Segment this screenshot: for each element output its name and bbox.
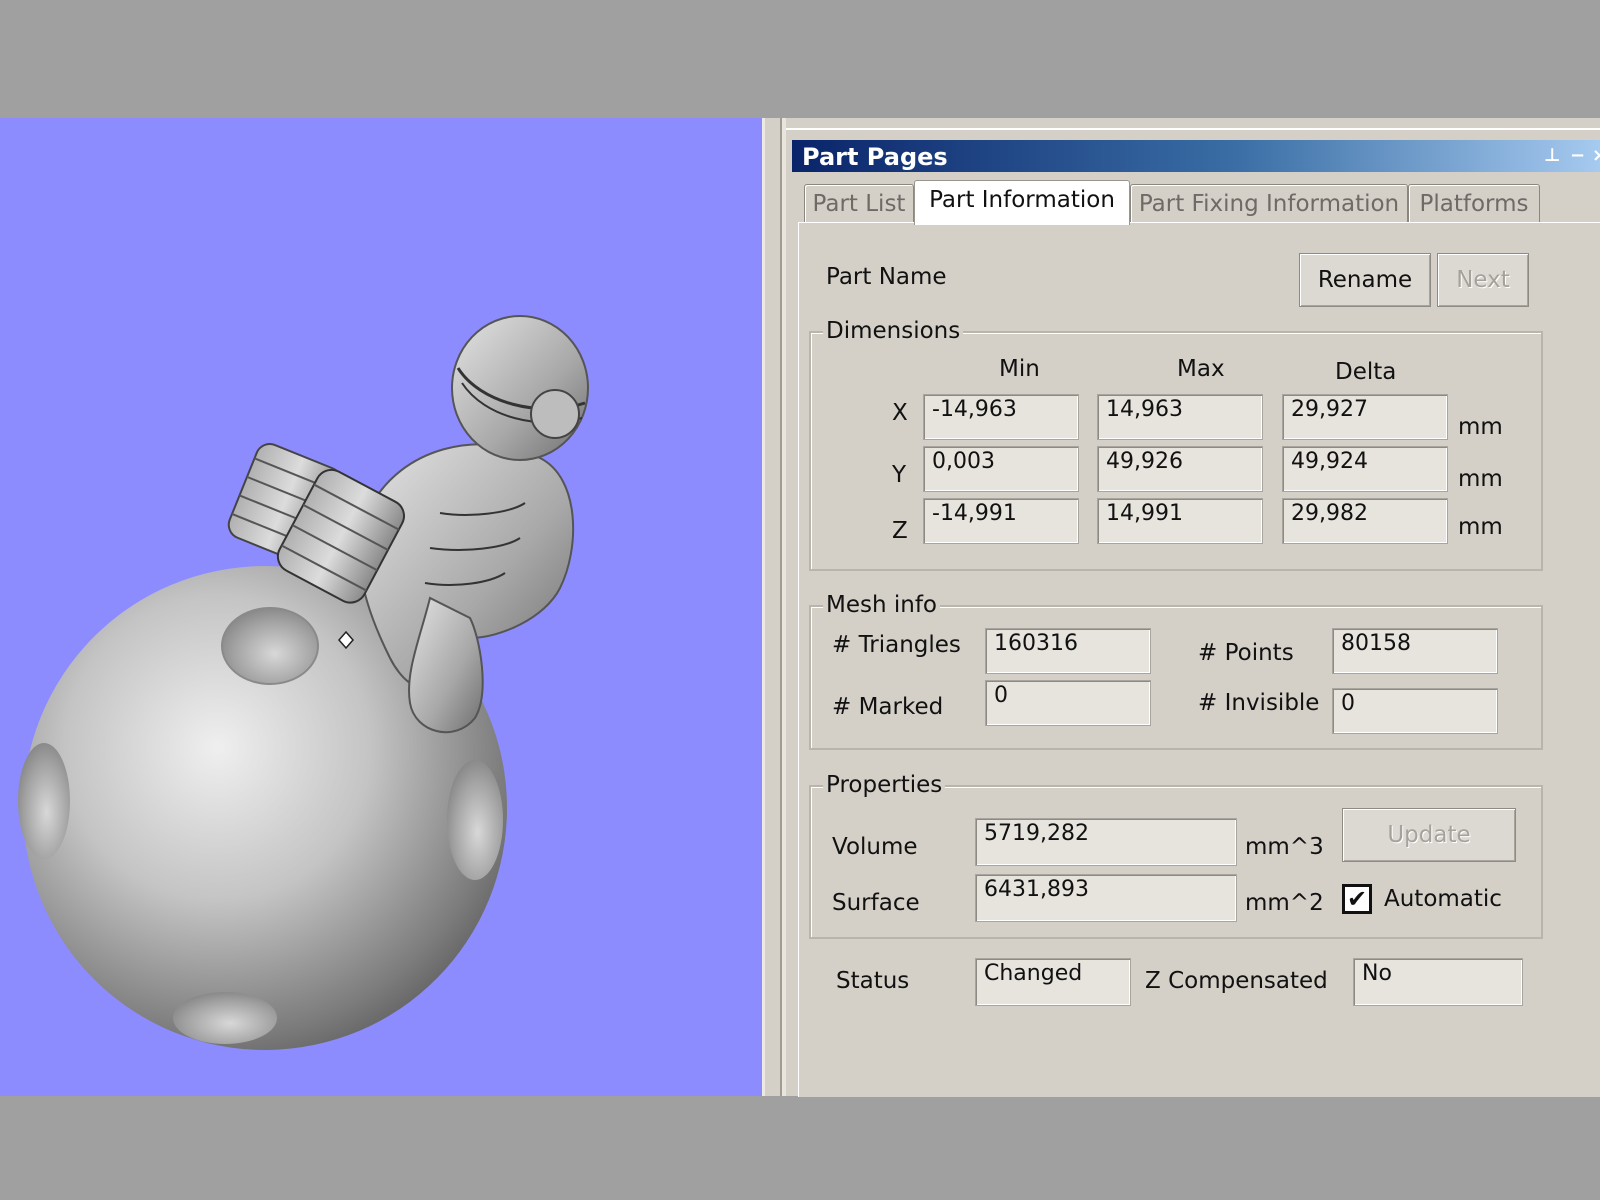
axis-z-label: Z [892, 518, 908, 544]
tab-part-information[interactable]: Part Information [914, 180, 1130, 225]
marked-label: # Marked [832, 694, 944, 720]
y-min-field[interactable]: 0,003 [923, 446, 1079, 492]
properties-title: Properties [823, 772, 946, 798]
z-unit: mm [1458, 514, 1503, 540]
x-min-field[interactable]: -14,963 [923, 394, 1079, 440]
z-compensated-label: Z Compensated [1145, 968, 1328, 994]
surface-label: Surface [832, 890, 920, 916]
delta-header: Delta [1335, 359, 1397, 385]
z-compensated-field[interactable]: No [1353, 958, 1523, 1006]
x-delta-field[interactable]: 29,927 [1282, 394, 1448, 440]
marked-field[interactable]: 0 [985, 680, 1151, 726]
triangles-field[interactable]: 160316 [985, 628, 1151, 674]
model-render [18, 315, 589, 1050]
part-name-label: Part Name [826, 264, 947, 290]
tab-label: Platforms [1419, 191, 1529, 217]
tab-label: Part Information [929, 187, 1115, 213]
surface-unit: mm^2 [1245, 890, 1324, 916]
points-field[interactable]: 80158 [1332, 628, 1498, 674]
y-unit: mm [1458, 466, 1503, 492]
panel-titlebar[interactable]: Part Pages ⊥ − × [792, 140, 1600, 172]
panel-title: Part Pages [802, 143, 948, 171]
volume-label: Volume [832, 834, 918, 860]
dimensions-title: Dimensions [823, 318, 964, 344]
z-delta-field[interactable]: 29,982 [1282, 498, 1448, 544]
automatic-label: Automatic [1384, 886, 1502, 912]
tab-platforms[interactable]: Platforms [1408, 184, 1540, 223]
close-icon[interactable]: × [1592, 140, 1600, 172]
max-header: Max [1177, 356, 1225, 382]
toolbar-strip [786, 118, 1600, 130]
axis-y-label: Y [892, 462, 907, 488]
x-max-field[interactable]: 14,963 [1097, 394, 1263, 440]
z-min-field[interactable]: -14,991 [923, 498, 1079, 544]
splitter[interactable] [762, 118, 786, 1096]
tab-label: Part Fixing Information [1138, 191, 1400, 217]
y-delta-field[interactable]: 49,924 [1282, 446, 1448, 492]
tab-label: Part List [812, 191, 906, 217]
check-mark-icon: ✔ [1346, 885, 1368, 913]
status-field[interactable]: Changed [975, 958, 1131, 1006]
z-max-field[interactable]: 14,991 [1097, 498, 1263, 544]
minimize-icon[interactable]: − [1570, 140, 1585, 172]
tab-part-list[interactable]: Part List [804, 184, 914, 223]
3d-viewport[interactable] [0, 118, 762, 1096]
triangles-label: # Triangles [832, 632, 961, 658]
x-unit: mm [1458, 414, 1503, 440]
status-label: Status [836, 968, 910, 994]
y-max-field[interactable]: 49,926 [1097, 446, 1263, 492]
min-header: Min [999, 356, 1040, 382]
points-label: # Points [1198, 640, 1294, 666]
invisible-label: # Invisible [1198, 690, 1320, 716]
pin-icon[interactable]: ⊥ [1544, 140, 1560, 172]
next-button[interactable]: Next [1437, 253, 1529, 307]
volume-unit: mm^3 [1245, 834, 1324, 860]
rename-button[interactable]: Rename [1299, 253, 1431, 307]
invisible-field[interactable]: 0 [1332, 688, 1498, 734]
surface-field[interactable]: 6431,893 [975, 874, 1237, 922]
mesh-info-title: Mesh info [823, 592, 941, 618]
update-button[interactable]: Update [1342, 808, 1516, 862]
axis-x-label: X [892, 400, 908, 426]
tab-part-fixing-information[interactable]: Part Fixing Information [1130, 184, 1408, 223]
automatic-checkbox[interactable]: ✔ [1342, 884, 1372, 914]
volume-field[interactable]: 5719,282 [975, 818, 1237, 866]
